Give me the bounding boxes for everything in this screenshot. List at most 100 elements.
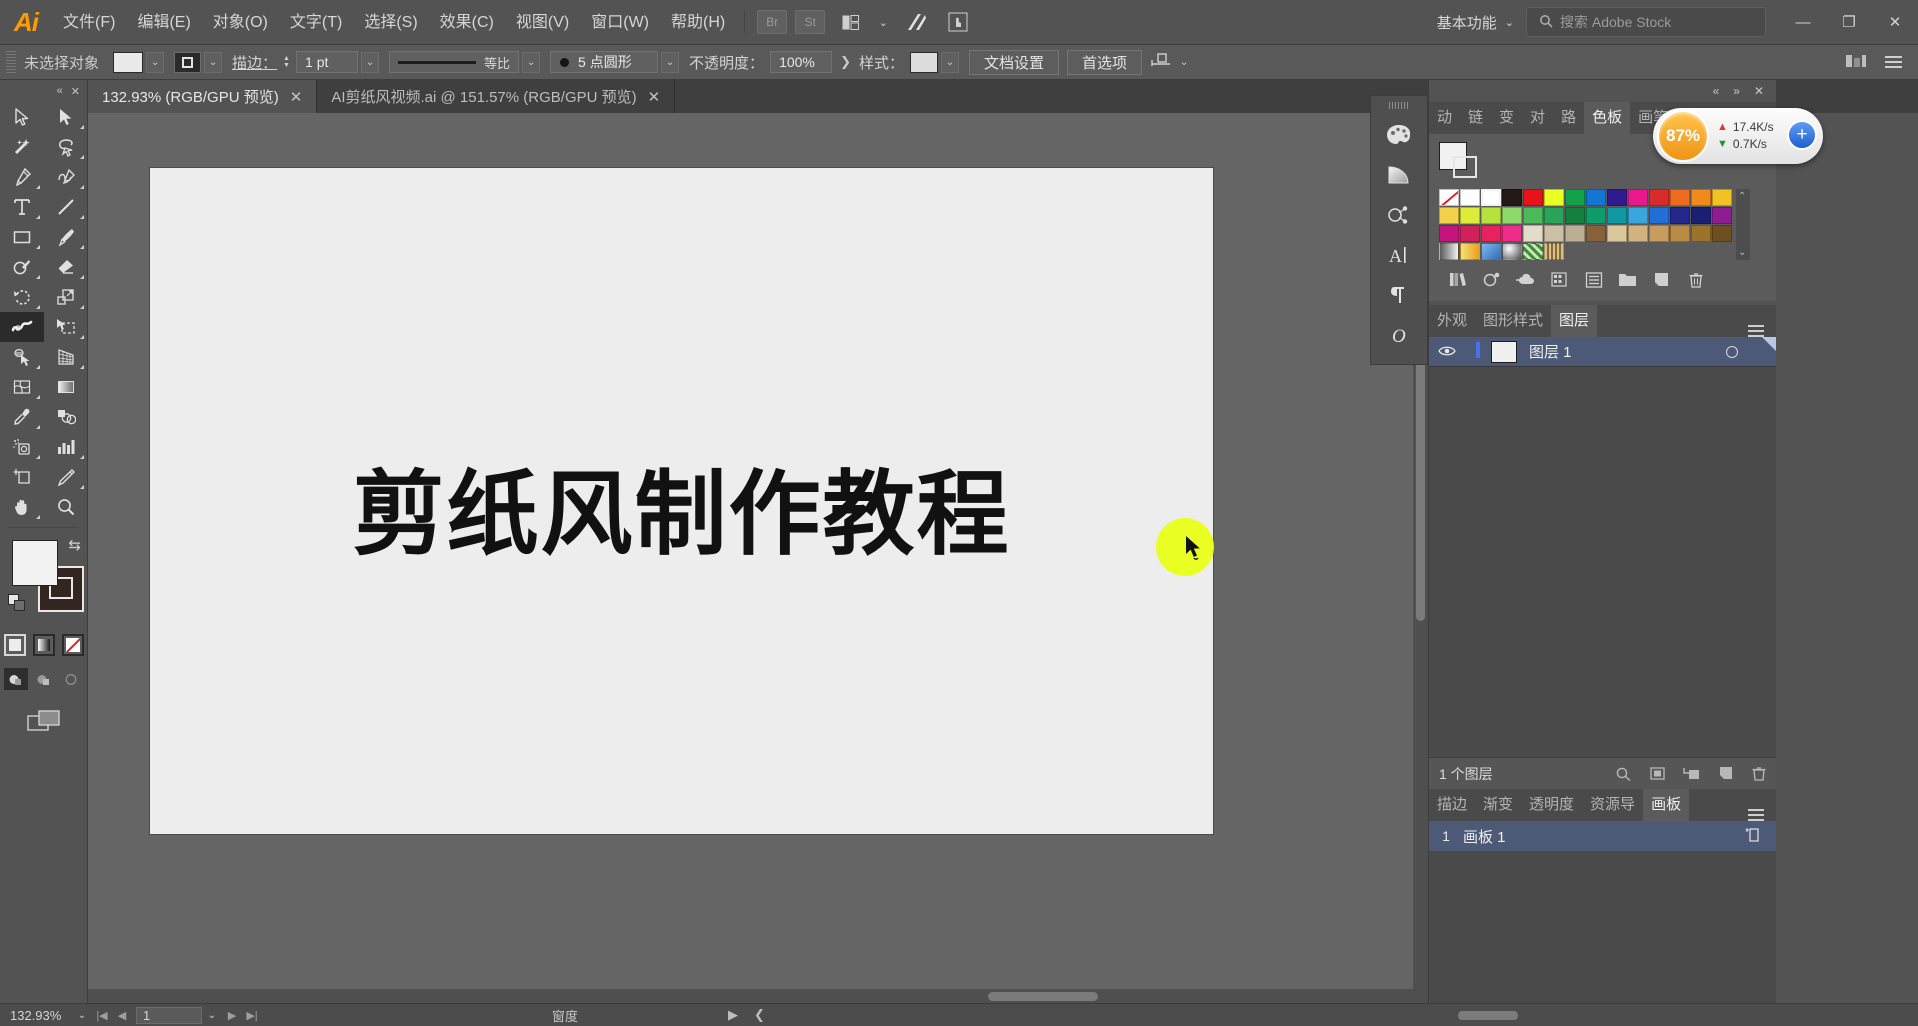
panel-collapse-left-icon[interactable]: « [1713,84,1720,98]
current-stroke[interactable] [1453,156,1477,178]
blend-tool[interactable] [44,402,88,432]
target-indicator-icon[interactable] [1726,345,1738,358]
swatch-cell[interactable] [1649,207,1669,224]
zoom-level-value[interactable]: 132.93% [0,1008,72,1023]
swatch-cell[interactable] [1544,189,1564,206]
slice-tool[interactable] [44,462,88,492]
draw-normal-button[interactable] [3,668,28,690]
swatch-cell[interactable] [1460,243,1480,260]
swatch-cell[interactable] [1586,189,1606,206]
create-sublayer-icon[interactable] [1674,759,1708,789]
minimize-button[interactable]: — [1780,0,1826,45]
swap-fill-stroke-icon[interactable]: ⇆ [68,536,81,554]
swatch-cell[interactable] [1586,225,1606,242]
document-setup-button[interactable]: 文档设置 [968,49,1059,75]
delete-layer-icon[interactable] [1742,759,1776,789]
canvas-area[interactable]: 剪纸风制作教程 [88,113,1428,1003]
brush-definition-select[interactable]: 5 点圆形 [550,51,659,73]
column-graph-tool[interactable] [44,432,88,462]
character-panel-icon[interactable]: A [1370,235,1428,275]
status-next-icon[interactable]: ▶ [728,1007,738,1023]
swatch-cell[interactable] [1607,225,1627,242]
lock-column[interactable] [1465,342,1491,361]
swatch-cell[interactable] [1544,207,1564,224]
tab-layers[interactable]: 图层 [1551,305,1598,337]
preferences-button[interactable]: 首选项 [1067,49,1143,75]
new-color-group-icon[interactable] [1611,265,1645,295]
workspace-switcher[interactable]: 基本功能 ⌄ [1425,8,1526,36]
artboard-number-input[interactable]: 1 [136,1006,202,1024]
swatch-cell[interactable] [1565,225,1585,242]
swatch-cell[interactable] [1544,225,1564,242]
scale-tool[interactable] [44,282,88,312]
swatch-cell[interactable] [1691,189,1711,206]
new-swatch-icon[interactable] [1645,265,1679,295]
fill-dropdown-icon[interactable]: ⌄ [146,51,165,73]
draw-inside-button[interactable] [60,668,84,690]
align-to-icon[interactable] [1150,52,1172,73]
touch-workspace-icon[interactable] [941,10,975,34]
swatch-grid[interactable] [1439,189,1732,260]
dock-grip[interactable] [1389,102,1409,109]
close-button[interactable]: ✕ [1872,0,1918,45]
opacity-flyout-icon[interactable]: ❯ [832,54,859,70]
create-new-layer-icon[interactable] [1708,759,1742,789]
menu-view[interactable]: 视图(V) [505,0,580,45]
delete-swatch-icon[interactable] [1679,265,1713,295]
swatch-cell[interactable] [1523,207,1543,224]
make-clipping-mask-icon[interactable] [1640,759,1674,789]
lasso-tool[interactable] [44,132,88,162]
tab-animation[interactable]: 动 [1429,102,1460,134]
swatch-cell[interactable] [1439,243,1459,260]
swatch-libraries-icon[interactable] [1441,265,1475,295]
menu-help[interactable]: 帮助(H) [660,0,736,45]
swatch-cell[interactable] [1628,189,1648,206]
artboards-list[interactable] [1429,851,1776,1026]
symbols-panel-icon[interactable] [1370,195,1428,235]
tab-stroke[interactable]: 描边 [1429,789,1475,821]
eye-icon[interactable] [1429,344,1465,360]
direct-selection-tool[interactable] [44,102,88,132]
type-tool[interactable] [0,192,44,222]
menu-edit[interactable]: 编辑(E) [126,0,201,45]
tab-transparency[interactable]: 透明度 [1521,789,1582,821]
swatch-cell[interactable] [1649,189,1669,206]
none-mode-button[interactable] [61,634,84,656]
swatch-cell[interactable] [1649,225,1669,242]
swatch-cell[interactable] [1628,225,1648,242]
swatch-cell[interactable] [1439,189,1459,206]
current-fill-stroke-preview[interactable] [1439,142,1481,182]
last-artboard-icon[interactable]: ▶| [242,1009,262,1022]
rotate-tool[interactable] [0,282,44,312]
swatch-cell[interactable] [1691,225,1711,242]
restore-button[interactable]: ❐ [1826,0,1872,45]
tab-asset-export[interactable]: 资源导 [1582,789,1643,821]
first-artboard-icon[interactable]: |◀ [92,1009,112,1022]
swatch-cell[interactable] [1565,189,1585,206]
selection-tool[interactable] [0,102,44,132]
stroke-dropdown-icon[interactable]: ⌄ [204,51,223,73]
tab-graphic-styles[interactable]: 图形样式 [1475,305,1551,337]
menu-select[interactable]: 选择(S) [353,0,428,45]
swatch-cell[interactable] [1607,189,1627,206]
stock-icon[interactable]: St [795,10,826,34]
tab-artboards[interactable]: 画板 [1643,789,1690,821]
swatch-cell[interactable] [1670,189,1690,206]
fill-color-swatch[interactable] [113,51,144,73]
graphic-style-swatch[interactable] [909,51,938,73]
swatch-scrollbar[interactable]: ⌃ ⌄ [1736,189,1750,260]
stock-search-input[interactable]: 搜索 Adobe Stock [1526,7,1766,37]
horizontal-scroll-thumb[interactable] [988,992,1098,1001]
layer-row[interactable]: 图层 1 [1429,337,1776,367]
control-bar-grip[interactable] [6,51,16,73]
eyedropper-tool[interactable] [0,402,44,432]
arrange-chevron-icon[interactable]: ⌄ [875,10,891,34]
layer-name[interactable]: 图层 1 [1529,341,1572,362]
document-tab-1[interactable]: 132.93% (RGB/GPU 预览) ✕ [88,80,318,113]
swatch-cell[interactable] [1712,225,1732,242]
swatch-cell[interactable] [1460,225,1480,242]
swatch-options-icon[interactable] [1577,265,1611,295]
eraser-tool[interactable] [44,252,88,282]
swatch-cell[interactable] [1439,207,1459,224]
panel-collapse-right-icon[interactable]: » [1733,84,1740,98]
